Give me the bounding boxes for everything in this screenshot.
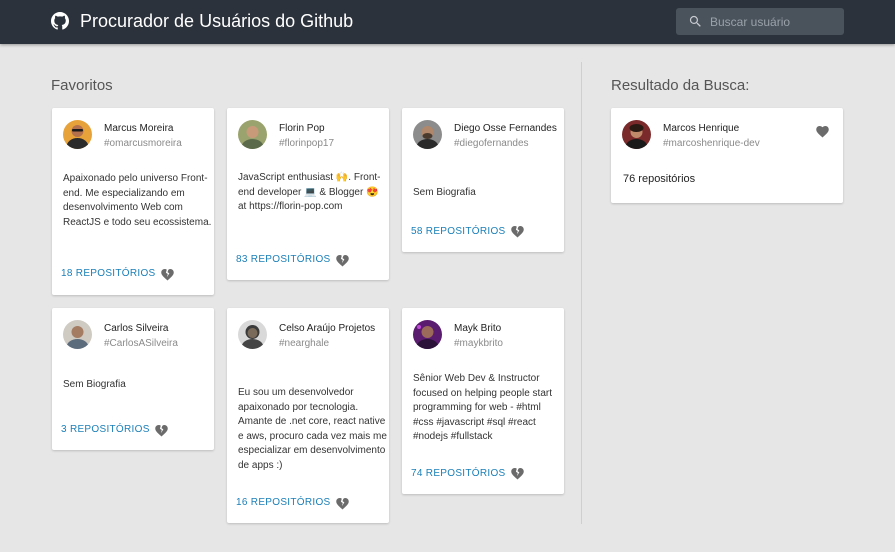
favorites-title: Favoritos: [51, 77, 113, 94]
repos-link[interactable]: 74 REPOSITÓRIOS: [411, 468, 506, 479]
user-login: #marcoshenrique-dev: [663, 138, 760, 149]
search-icon: [689, 15, 701, 27]
user-login: #CarlosASilveira: [104, 338, 178, 349]
avatar: [622, 120, 651, 149]
user-name: Marcos Henrique #marcoshenrique-dev: [663, 121, 813, 151]
user-name: Mayk Brito #maykbrito: [454, 321, 562, 351]
search-input[interactable]: [710, 11, 838, 32]
avatar: [413, 320, 442, 349]
user-bio: Eu sou um desenvolvedor apaixonado por t…: [238, 387, 387, 471]
user-bio: Apaixonado pelo universo Front-end. Me e…: [63, 173, 212, 228]
user-name: Celso Araújo Projetos #nearghale: [279, 321, 387, 351]
repos-link[interactable]: 83 REPOSITÓRIOS: [236, 254, 331, 265]
user-login: #diegofernandes: [454, 138, 529, 149]
broken-heart-icon[interactable]: [160, 267, 175, 281]
user-login: #florinpop17: [279, 138, 335, 149]
search-result-card: Marcos Henrique #marcoshenrique-dev 76 re…: [611, 108, 843, 203]
app-title: Procurador de Usuários do Github: [80, 11, 354, 31]
favorite-card-diego-fernandes: Diego Osse Fernandes #diegofernandes Sem …: [402, 108, 564, 252]
favorite-card-mayk-brito: Mayk Brito #maykbrito Sênior Web Dev & In…: [402, 308, 564, 494]
repos-link[interactable]: 3 REPOSITÓRIOS: [61, 424, 150, 435]
avatar: [238, 320, 267, 349]
broken-heart-icon[interactable]: [510, 224, 525, 238]
user-name: Diego Osse Fernandes #diegofernandes: [454, 121, 562, 151]
repos-link[interactable]: 16 REPOSITÓRIOS: [236, 497, 331, 508]
user-login: #omarcusmoreira: [104, 138, 182, 149]
broken-heart-icon[interactable]: [154, 423, 169, 437]
repos-link[interactable]: 18 REPOSITÓRIOS: [61, 268, 156, 279]
search-box[interactable]: [676, 8, 844, 35]
favorite-card-marcus-moreira: Marcus Moreira #omarcusmoreira Apaixonado…: [52, 108, 214, 295]
user-bio: Sem Biografia: [63, 379, 126, 390]
results-title: Resultado da Busca:: [611, 77, 750, 94]
broken-heart-icon[interactable]: [335, 496, 350, 510]
user-bio: Sênior Web Dev & Instructor focused on h…: [413, 373, 552, 442]
avatar: [63, 320, 92, 349]
github-icon[interactable]: [51, 12, 69, 30]
broken-heart-icon[interactable]: [510, 466, 525, 480]
user-login: #nearghale: [279, 338, 330, 349]
user-login: #maykbrito: [454, 338, 503, 349]
avatar: [238, 120, 267, 149]
avatar: [63, 120, 92, 149]
favorite-card-carlos-silveira: Carlos Silveira #CarlosASilveira Sem Biog…: [52, 308, 214, 450]
user-name: Carlos Silveira #CarlosASilveira: [104, 321, 212, 351]
user-name: Marcus Moreira #omarcusmoreira: [104, 121, 212, 151]
user-bio: Sem Biografia: [413, 187, 476, 198]
column-divider: [581, 62, 582, 524]
repos-link[interactable]: 58 REPOSITÓRIOS: [411, 226, 506, 237]
top-bar: Procurador de Usuários do Github: [0, 0, 895, 44]
favorite-card-florin-pop: Florin Pop #florinpop17 JavaScript enthus…: [227, 108, 389, 280]
repos-count: 76 repositórios: [623, 173, 696, 185]
heart-icon[interactable]: [815, 124, 830, 138]
broken-heart-icon[interactable]: [335, 253, 350, 267]
user-bio: JavaScript enthusiast 🙌. Front-end devel…: [238, 172, 381, 212]
user-name: Florin Pop #florinpop17: [279, 121, 387, 151]
avatar: [413, 120, 442, 149]
favorite-card-celso-araujo: Celso Araújo Projetos #nearghale Eu sou u…: [227, 308, 389, 523]
